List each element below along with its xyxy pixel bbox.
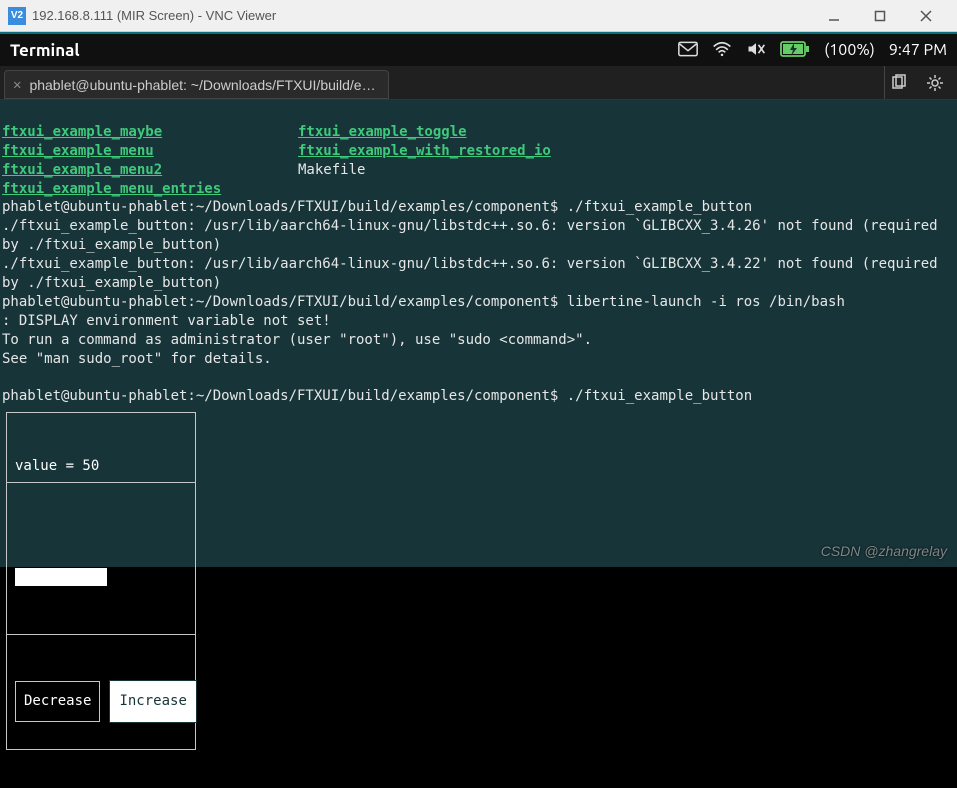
error-line: ./ftxui_example_button: /usr/lib/aarch64… xyxy=(2,256,946,291)
exec-file: ftxui_example_toggle xyxy=(298,124,467,140)
prompt-line: phablet@ubuntu-phablet:~/Downloads/FTXUI… xyxy=(2,199,752,215)
gauge-bar xyxy=(15,568,107,586)
tab-bar: ✕ phablet@ubuntu-phablet: ~/Downloads/FT… xyxy=(0,66,957,100)
prompt-line: phablet@ubuntu-phablet:~/Downloads/FTXUI… xyxy=(2,294,845,310)
status-tray[interactable]: (100%) 9:47 PM xyxy=(678,41,947,60)
mail-icon xyxy=(678,41,698,60)
info-line: See "man sudo_root" for details. xyxy=(2,351,272,367)
sound-muted-icon xyxy=(746,41,766,60)
maximize-button[interactable] xyxy=(857,0,903,32)
error-line: : DISPLAY environment variable not set! xyxy=(2,313,331,329)
window-title: 192.168.8.111 (MIR Screen) - VNC Viewer xyxy=(32,8,811,23)
tab-label: phablet@ubuntu-phablet: ~/Downloads/FTXU… xyxy=(29,77,375,93)
value-label: value = 50 xyxy=(7,451,195,483)
info-line: To run a command as administrator (user … xyxy=(2,332,592,348)
exec-file: ftxui_example_with_restored_io xyxy=(298,143,551,159)
exec-file: ftxui_example_menu2 xyxy=(2,162,162,178)
close-button[interactable] xyxy=(903,0,949,32)
plain-file: Makefile xyxy=(298,162,365,178)
vnc-icon: V2 xyxy=(8,7,26,25)
window-controls xyxy=(811,0,949,32)
terminal-output[interactable]: ftxui_example_maybe ftxui_example_menu f… xyxy=(0,100,957,567)
increase-button[interactable]: Increase xyxy=(110,681,195,722)
terminal-tab[interactable]: ✕ phablet@ubuntu-phablet: ~/Downloads/FT… xyxy=(4,70,389,99)
app-title: Terminal xyxy=(10,41,678,60)
wifi-icon xyxy=(712,41,732,60)
minimize-button[interactable] xyxy=(811,0,857,32)
clock: 9:47 PM xyxy=(889,41,947,59)
exec-file: ftxui_example_menu_entries xyxy=(2,181,221,197)
error-line: ./ftxui_example_button: /usr/lib/aarch64… xyxy=(2,218,946,253)
tab-close-icon[interactable]: ✕ xyxy=(13,77,21,93)
battery-percent: (100%) xyxy=(824,41,875,59)
watermark: CSDN @zhangrelay xyxy=(821,542,947,561)
battery-icon xyxy=(780,41,810,60)
ls-listing: ftxui_example_maybe ftxui_example_menu f… xyxy=(2,123,955,199)
exec-file: ftxui_example_maybe xyxy=(2,124,162,140)
gauge-row xyxy=(7,521,195,636)
settings-gear-icon[interactable] xyxy=(921,69,949,97)
prompt-line: phablet@ubuntu-phablet:~/Downloads/FTXUI… xyxy=(2,388,752,404)
decrease-button[interactable]: Decrease xyxy=(15,681,100,722)
ftxui-box: value = 50 Decrease Increase xyxy=(6,412,196,750)
exec-file: ftxui_example_menu xyxy=(2,143,154,159)
vnc-titlebar: V2 192.168.8.111 (MIR Screen) - VNC View… xyxy=(0,0,957,32)
ubuntu-topbar: Terminal (100%) 9:47 PM xyxy=(0,32,957,66)
copy-button[interactable] xyxy=(885,69,913,97)
